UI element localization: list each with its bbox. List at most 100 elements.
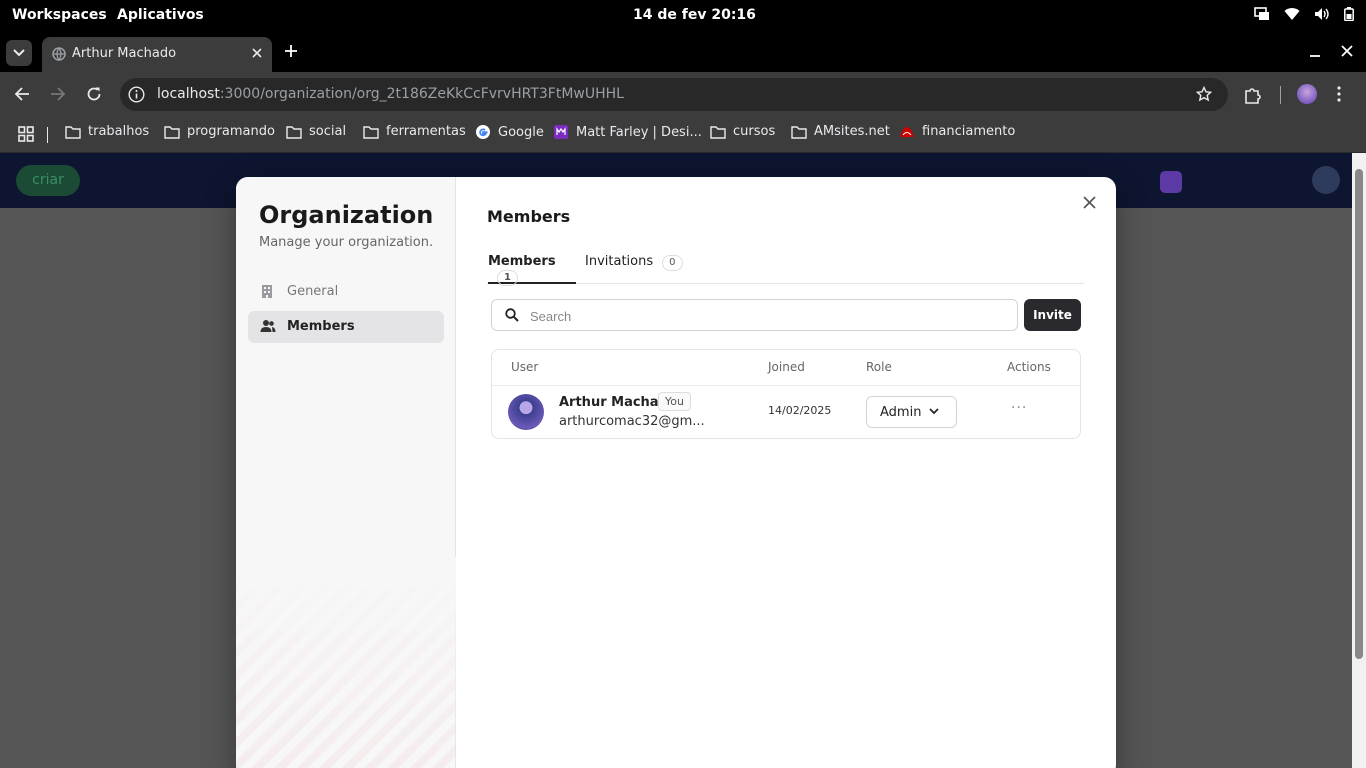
- tab-label: Invitations: [585, 254, 654, 269]
- browser-tab-strip: Arthur Machado: [0, 32, 1366, 72]
- tab-invitations[interactable]: Invitations 0: [585, 254, 683, 284]
- bookmark-google[interactable]: Google: [475, 124, 544, 140]
- wifi-icon[interactable]: [1284, 7, 1300, 21]
- bookmark-financiamento[interactable]: financiamento: [899, 124, 1015, 139]
- members-table: User Joined Role Actions Arthur Machado …: [491, 349, 1081, 439]
- building-icon: [260, 284, 274, 299]
- volume-icon[interactable]: [1314, 7, 1330, 21]
- bookmark-amsites[interactable]: AMsites.net: [791, 124, 890, 139]
- reload-icon[interactable]: [86, 86, 102, 102]
- screen-share-icon[interactable]: [1254, 7, 1270, 21]
- column-header-user: User: [511, 360, 539, 374]
- forward-arrow-icon[interactable]: [50, 86, 66, 102]
- bookmark-label: financiamento: [922, 124, 1016, 139]
- member-email: arthurcomac32@gm...: [559, 414, 705, 429]
- chevron-down-icon: [13, 49, 25, 57]
- bookmark-ferramentas[interactable]: ferramentas: [363, 124, 466, 139]
- folder-icon: [286, 125, 302, 139]
- browser-toolbar: localhost:3000/organization/org_2t186ZeK…: [0, 72, 1366, 117]
- address-bar[interactable]: localhost:3000/organization/org_2t186ZeK…: [120, 78, 1228, 111]
- joined-date: 14/02/2025: [768, 404, 832, 417]
- sidebar-item-members[interactable]: Members: [248, 311, 444, 343]
- bookmark-label: AMsites.net: [814, 124, 890, 139]
- clock[interactable]: 14 de fev 20:16: [633, 7, 756, 23]
- bookmark-star-icon[interactable]: [1196, 86, 1212, 102]
- bookmark-label: social: [309, 124, 347, 139]
- tab-search-button[interactable]: [6, 40, 32, 66]
- battery-icon[interactable]: [1344, 7, 1354, 21]
- user-avatar[interactable]: [1312, 166, 1340, 194]
- bookmark-label: Google: [498, 124, 544, 140]
- tab-members[interactable]: Members1: [488, 254, 576, 286]
- table-divider: [492, 385, 1080, 386]
- folder-icon: [791, 125, 807, 139]
- bookmark-label: Matt Farley | Desi...: [576, 124, 702, 140]
- bookmarks-bar: trabalhos programando social ferramentas…: [0, 117, 1366, 153]
- browser-menu-icon[interactable]: [1337, 86, 1341, 102]
- url-text[interactable]: localhost:3000/organization/org_2t186ZeK…: [157, 86, 624, 102]
- count-badge: 0: [662, 255, 683, 271]
- bookmark-matt-farley[interactable]: Matt Farley | Desi...: [553, 124, 702, 140]
- minimize-icon[interactable]: [1308, 44, 1322, 58]
- extensions-puzzle-icon[interactable]: [1244, 86, 1264, 104]
- folder-icon: [164, 125, 180, 139]
- folder-icon: [65, 125, 81, 139]
- chevron-down-icon: [929, 408, 939, 415]
- site-info-icon[interactable]: [128, 86, 145, 103]
- globe-icon: [52, 47, 66, 61]
- organization-switcher[interactable]: [1160, 171, 1182, 193]
- close-icon[interactable]: [1083, 196, 1096, 209]
- tab-title: Arthur Machado: [72, 46, 177, 61]
- url-host: localhost: [157, 86, 220, 102]
- applications-button[interactable]: Aplicativos: [117, 7, 204, 23]
- sidebar-item-label: General: [287, 284, 339, 299]
- toolbar-divider: [1280, 86, 1281, 104]
- bookmark-label: trabalhos: [88, 124, 150, 139]
- browser-tab[interactable]: Arthur Machado: [42, 37, 272, 72]
- organization-subtitle: Manage your organization.: [259, 235, 434, 250]
- members-tabs: Members1 Invitations 0: [487, 254, 1084, 286]
- bookmark-label: ferramentas: [386, 124, 466, 139]
- google-icon: [475, 124, 491, 140]
- search-input[interactable]: [530, 305, 1000, 327]
- organization-modal: Organization Manage your organization. G…: [236, 177, 1116, 768]
- profile-avatar[interactable]: [1297, 84, 1317, 104]
- back-arrow-icon[interactable]: [14, 86, 30, 102]
- avatar: [508, 394, 544, 430]
- search-icon: [505, 308, 519, 322]
- invite-button[interactable]: Invite: [1024, 299, 1081, 331]
- workspaces-button[interactable]: Workspaces: [12, 7, 107, 23]
- bookmark-label: cursos: [733, 124, 776, 139]
- modal-sidebar: Organization Manage your organization. G…: [236, 177, 456, 768]
- bookmark-social[interactable]: social: [286, 124, 346, 139]
- sidebar-item-label: Members: [287, 319, 355, 334]
- bookmarks-divider: [47, 127, 48, 143]
- organization-title: Organization: [259, 201, 434, 229]
- bookmark-label: programando: [187, 124, 275, 139]
- page-scrollbar[interactable]: [1352, 153, 1366, 768]
- new-tab-icon[interactable]: [284, 44, 298, 58]
- you-badge: You: [658, 392, 691, 411]
- search-field[interactable]: [491, 299, 1018, 331]
- count-badge: 1: [497, 270, 518, 286]
- matt-farley-icon: [553, 124, 569, 140]
- row-actions-button[interactable]: ···: [1011, 400, 1027, 416]
- bookmark-programando[interactable]: programando: [164, 124, 275, 139]
- bookmark-trabalhos[interactable]: trabalhos: [65, 124, 149, 139]
- window-close-icon[interactable]: [1340, 44, 1354, 58]
- folder-icon: [710, 125, 726, 139]
- criar-button[interactable]: criar: [16, 165, 80, 196]
- users-icon: [260, 319, 276, 333]
- members-title: Members: [487, 207, 571, 226]
- scrollbar-thumb[interactable]: [1355, 169, 1363, 659]
- sidebar-item-general[interactable]: General: [248, 276, 444, 308]
- modal-main: Members Members1 Invitations 0 Invite Use…: [456, 177, 1116, 768]
- system-tray[interactable]: [1254, 7, 1354, 21]
- close-tab-icon[interactable]: [252, 48, 262, 58]
- bank-icon: [899, 125, 915, 139]
- column-header-actions: Actions: [1007, 360, 1051, 374]
- apps-grid-icon[interactable]: [18, 126, 34, 142]
- role-select[interactable]: Admin: [866, 396, 957, 428]
- role-value: Admin: [880, 405, 922, 420]
- bookmark-cursos[interactable]: cursos: [710, 124, 775, 139]
